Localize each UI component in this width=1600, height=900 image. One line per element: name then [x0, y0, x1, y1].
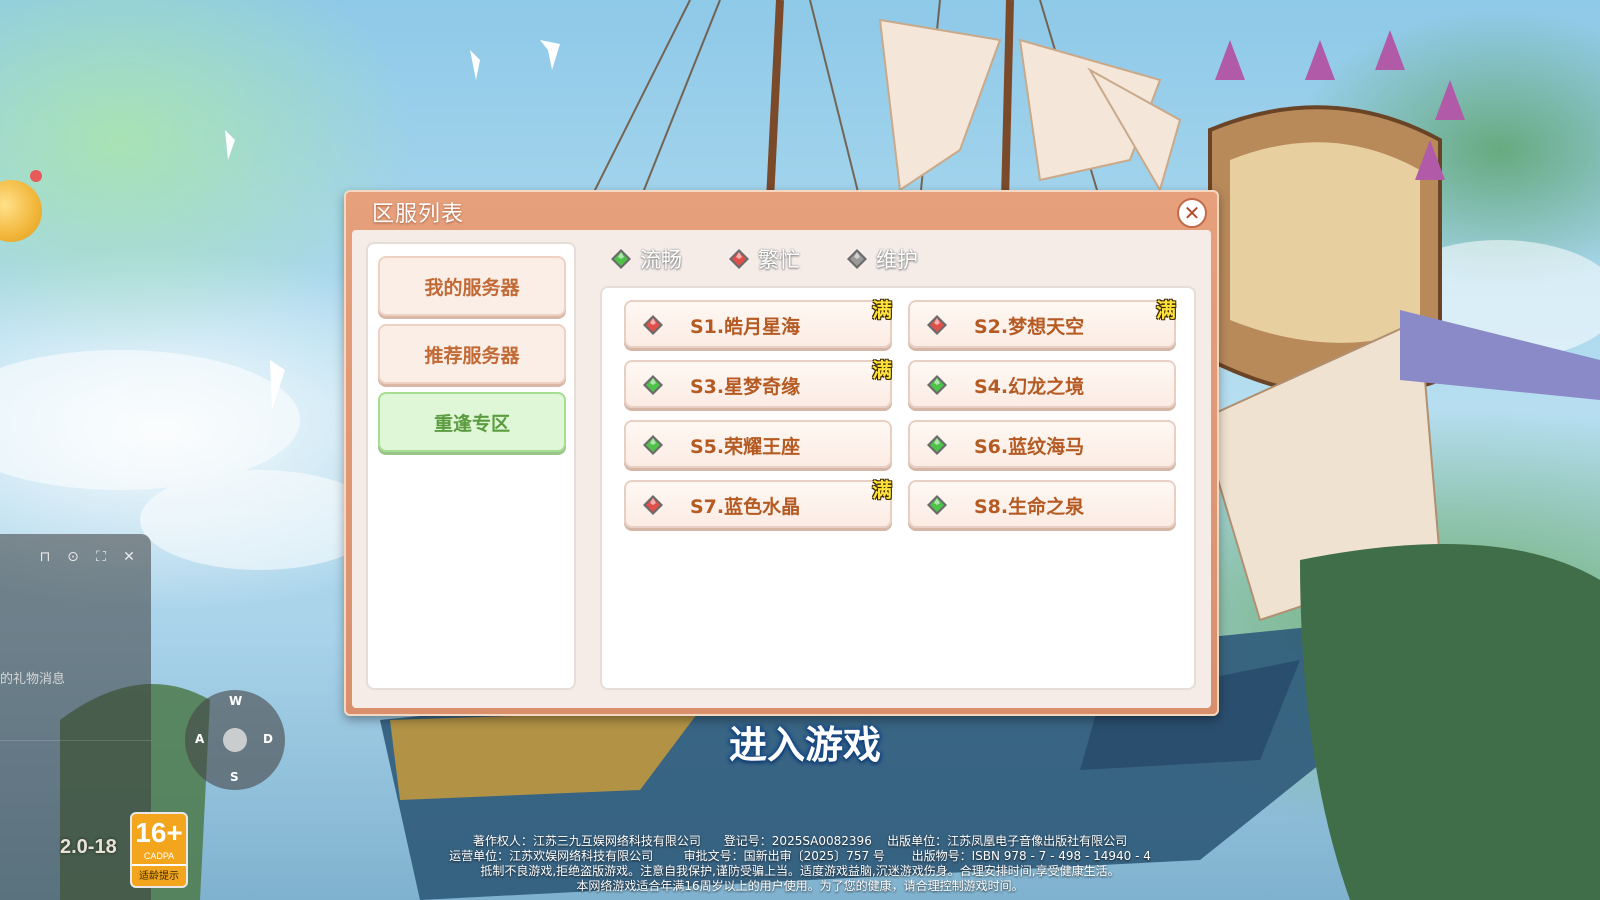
legend-item-busy: 繁忙: [728, 244, 800, 274]
close-button[interactable]: ✕: [1177, 198, 1207, 228]
ship-sails: [878, 18, 1182, 193]
server-button[interactable]: S7.蓝色水晶 满: [624, 478, 892, 528]
status-gem-icon: [728, 248, 750, 270]
server-name: S4.幻龙之境: [974, 376, 1085, 398]
server-button[interactable]: S1.皓月星海 满: [624, 298, 892, 348]
status-gem-icon: [846, 248, 868, 270]
panel-divider: [0, 740, 151, 741]
gift-message-text: 的礼物消息: [0, 672, 66, 687]
category-button[interactable]: 我的服务器: [378, 256, 566, 316]
joystick-knob[interactable]: [223, 728, 247, 752]
footer-line-1: 著作权人：江苏三九互娱网络科技有限公司 登记号：2025SA0082396 出版…: [472, 834, 1128, 848]
server-status-gem-icon: [642, 494, 664, 516]
server-status-gem-icon: [926, 434, 948, 456]
legend-label: 繁忙: [758, 248, 800, 272]
server-name: S8.生命之泉: [974, 496, 1085, 518]
dialog-body: 我的服务器 推荐服务器 重逢专区 流畅 繁忙 维护 S1.皓月星海满 S2.梦想天空满 S3…: [352, 230, 1211, 708]
enter-game-button[interactable]: 进入游戏: [700, 720, 910, 770]
server-grid: S1.皓月星海满 S2.梦想天空满 S3.星梦奇缘满 S4.幻龙之境 S5.荣耀王座 S6…: [624, 298, 1176, 528]
server-button[interactable]: S6.蓝纹海马: [908, 420, 1176, 468]
category-button[interactable]: 重逢专区: [378, 392, 566, 452]
server-category-list: 我的服务器推荐服务器重逢专区: [366, 242, 576, 690]
floating-app-icon[interactable]: [0, 180, 42, 242]
legend-item-smooth: 流畅: [610, 244, 682, 274]
server-full-badge: 满: [872, 358, 892, 382]
wasd-joystick[interactable]: W A D S: [185, 690, 285, 790]
server-full-badge: 满: [872, 298, 892, 322]
footer-line-2: 运营单位：江苏欢娱网络科技有限公司 审批文号：国新出审〔2025〕757 号 出…: [449, 849, 1151, 863]
server-full-badge: 满: [1156, 298, 1176, 322]
server-status-gem-icon: [642, 374, 664, 396]
server-button[interactable]: S2.梦想天空 满: [908, 298, 1176, 348]
server-name: S1.皓月星海: [690, 316, 801, 338]
server-full-badge: 满: [872, 478, 892, 502]
unlock-icon[interactable]: ⊓: [36, 548, 54, 566]
server-button[interactable]: S8.生命之泉: [908, 480, 1176, 528]
server-status-gem-icon: [926, 494, 948, 516]
key-s: S: [230, 770, 239, 784]
server-button[interactable]: S4.幻龙之境: [908, 360, 1176, 408]
footer-line-4: 本网络游戏适合年满16周岁以上的用户使用。为了您的健康，请合理控制游戏时间。: [576, 879, 1024, 893]
server-name: S6.蓝纹海马: [974, 436, 1085, 458]
server-name: S5.荣耀王座: [690, 436, 801, 458]
server-name: S2.梦想天空: [974, 316, 1085, 338]
close-icon[interactable]: ✕: [120, 548, 138, 566]
server-button[interactable]: S5.荣耀王座: [624, 420, 892, 468]
footer-line-3: 抵制不良游戏,拒绝盗版游戏。注意自我保护,谨防受骗上当。适度游戏益脑,沉迷游戏伤…: [480, 864, 1120, 878]
server-status-gem-icon: [642, 434, 664, 456]
tower-roofs: [1215, 30, 1465, 180]
settings-icon[interactable]: ⊙: [64, 548, 82, 566]
key-a: A: [195, 732, 205, 746]
legend-label: 维护: [876, 248, 918, 272]
server-status-gem-icon: [926, 374, 948, 396]
server-name: S3.星梦奇缘: [690, 376, 801, 398]
status-gem-icon: [610, 248, 632, 270]
tool-bar: ⊓ ⊙ ⛶ ✕: [36, 548, 138, 566]
server-button[interactable]: S3.星梦奇缘 满: [624, 358, 892, 408]
ship-masts: [766, 0, 1014, 201]
legend-item-maintenance: 维护: [846, 244, 918, 274]
status-legend: 流畅 繁忙 维护: [610, 244, 918, 274]
server-panel: S1.皓月星海满 S2.梦想天空满 S3.星梦奇缘满 S4.幻龙之境 S5.荣耀王座 S6…: [600, 286, 1196, 690]
ship-deck: [1198, 105, 1600, 622]
key-d: D: [263, 732, 273, 746]
key-w: W: [229, 694, 243, 708]
server-status-gem-icon: [926, 314, 948, 336]
category-button[interactable]: 推荐服务器: [378, 324, 566, 384]
copyright-footer: 著作权人：江苏三九互娱网络科技有限公司 登记号：2025SA0082396 出版…: [0, 834, 1600, 894]
legend-label: 流畅: [640, 248, 682, 272]
server-name: S7.蓝色水晶: [690, 496, 801, 518]
server-list-dialog: 区服列表 ✕ 我的服务器 推荐服务器 重逢专区 流畅 繁忙 维护 S1.皓月星海满 S2.…: [344, 190, 1219, 716]
fullscreen-icon[interactable]: ⛶: [92, 548, 110, 566]
dialog-title: 区服列表: [372, 202, 465, 227]
server-status-gem-icon: [642, 314, 664, 336]
ship-ropes: [589, 0, 1101, 201]
notification-dot: [30, 170, 42, 182]
